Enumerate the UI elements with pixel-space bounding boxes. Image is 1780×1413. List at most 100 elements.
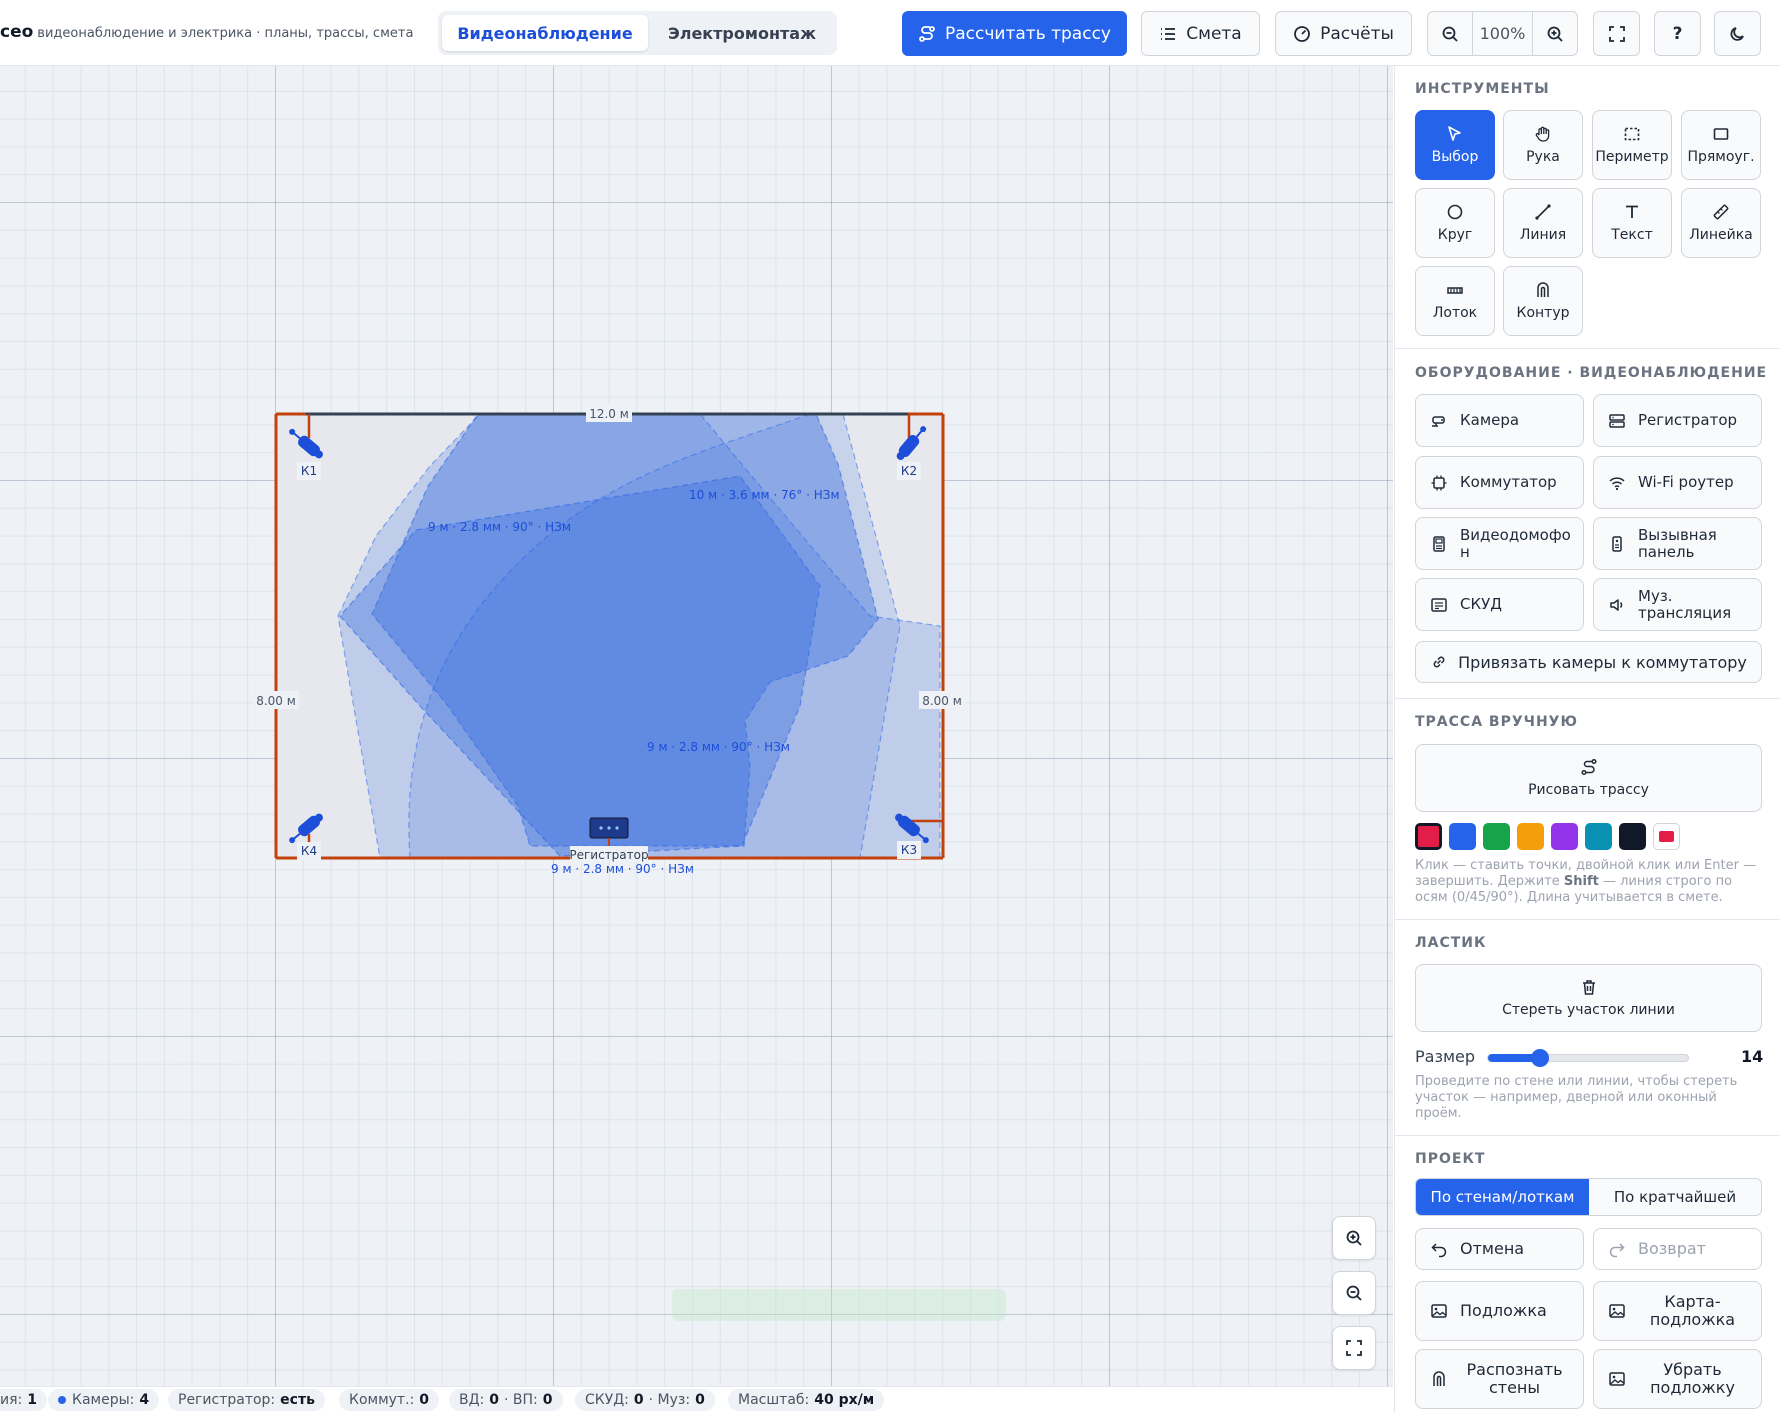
floor-plan[interactable]: 12.0 м 8.00 м 8.00 м 9 м · 2.8 мм · 90° …: [0, 66, 1393, 1386]
fullscreen-button[interactable]: [1593, 11, 1640, 56]
draw-route-button[interactable]: Рисовать трассу: [1415, 744, 1762, 812]
app-subtitle: видеонаблюдение и электрика · планы, тра…: [37, 26, 414, 41]
recorder-label[interactable]: Регистратор: [569, 848, 648, 862]
underlay-button[interactable]: Подложка: [1415, 1281, 1584, 1341]
color-picker-custom[interactable]: [1653, 823, 1680, 850]
app-brand: ceo видеонаблюдение и электрика · планы, …: [0, 22, 414, 42]
route-mode-switch: По стенам/лоткам По кратчайшей: [1415, 1178, 1762, 1216]
eraser-size-slider[interactable]: [1487, 1054, 1689, 1062]
route-icon: [1580, 758, 1597, 776]
estimate-button[interactable]: Смета: [1141, 11, 1260, 56]
status-chip-switch: Коммут.: 0: [339, 1389, 439, 1411]
tool-ruler[interactable]: Линейка: [1681, 188, 1761, 258]
equipment-call-panel[interactable]: Вызывная панель: [1593, 517, 1762, 570]
camera-k1-label[interactable]: К1: [301, 464, 317, 478]
tray-icon: [1447, 287, 1463, 294]
color-swatch-purple[interactable]: [1551, 823, 1578, 850]
tool-text[interactable]: Текст: [1592, 188, 1672, 258]
list-icon: [1161, 27, 1176, 40]
canvas-fit-button[interactable]: [1332, 1326, 1376, 1370]
equipment-recorder[interactable]: Регистратор: [1593, 394, 1762, 447]
zoom-out-button[interactable]: [1428, 12, 1472, 55]
map-underlay-button[interactable]: Карта-подложка: [1593, 1281, 1762, 1341]
route-mode-shortest[interactable]: По кратчайшей: [1589, 1179, 1761, 1215]
mode-tab-video[interactable]: Видеонаблюдение: [442, 15, 648, 51]
camera-k2-label[interactable]: К2: [901, 464, 917, 478]
undo-icon: [1431, 1243, 1447, 1258]
camera-k3-label[interactable]: К3: [901, 843, 917, 857]
manual-route-title: ТРАССА ВРУЧНУЮ: [1415, 714, 1578, 730]
tool-contour[interactable]: Контур: [1503, 266, 1583, 336]
trash-icon: [1582, 980, 1595, 995]
canvas-zoom-out-button[interactable]: [1332, 1271, 1376, 1315]
tool-tray[interactable]: Лоток: [1415, 266, 1495, 336]
theme-toggle-button[interactable]: [1714, 11, 1761, 56]
slider-thumb[interactable]: [1530, 1049, 1549, 1067]
zoom-in-icon: [1547, 26, 1563, 42]
arch-icon: [1433, 1371, 1445, 1386]
dashed-square-icon: [1624, 127, 1640, 141]
custom-color-preview: [1659, 831, 1674, 842]
calc-route-button[interactable]: Рассчитать трассу: [902, 11, 1127, 56]
canvas-zoom-in-button[interactable]: [1332, 1216, 1376, 1260]
camera-k1-spec: 9 м · 2.8 мм · 90° · НЗм: [428, 520, 571, 534]
zoom-out-icon: [1346, 1285, 1362, 1301]
color-swatch-green[interactable]: [1483, 823, 1510, 850]
erase-segment-button[interactable]: Стереть участок линии: [1415, 964, 1762, 1032]
tool-perimeter[interactable]: Периметр: [1592, 110, 1672, 180]
camera-k4-label[interactable]: К4: [301, 844, 317, 858]
color-swatch-black[interactable]: [1619, 823, 1646, 850]
color-swatch-red[interactable]: [1415, 823, 1442, 850]
equipment-music-broadcast[interactable]: Муз. трансляция: [1593, 578, 1762, 631]
help-button[interactable]: ?: [1654, 11, 1701, 56]
camera-k2-spec: 10 м · 3.6 мм · 76° · НЗм: [689, 488, 840, 502]
camera-k3-spec: 9 м · 2.8 мм · 90° · НЗм: [647, 740, 790, 754]
equipment-switch[interactable]: Коммутатор: [1415, 456, 1584, 509]
color-swatch-blue[interactable]: [1449, 823, 1476, 850]
gauge-icon: [1294, 25, 1310, 42]
equipment-access-control[interactable]: СКУД: [1415, 578, 1584, 631]
line-icon: [1535, 204, 1551, 220]
image-icon: [1609, 1372, 1625, 1386]
bind-cameras-button[interactable]: Привязать камеры к коммутатору: [1415, 641, 1762, 683]
color-swatch-cyan[interactable]: [1585, 823, 1612, 850]
route-mode-walls[interactable]: По стенам/лоткам: [1416, 1179, 1589, 1215]
eraser-size-label: Размер: [1415, 1047, 1476, 1066]
remove-underlay-button[interactable]: Убрать подложку: [1593, 1349, 1762, 1409]
zoom-out-icon: [1442, 26, 1458, 42]
chip-icon: [1431, 475, 1447, 490]
coverage-zones: [337, 414, 941, 858]
eraser-title: ЛАСТИК: [1415, 935, 1487, 951]
right-dimension: 8.00 м: [922, 694, 962, 708]
color-swatch-amber[interactable]: [1517, 823, 1544, 850]
call-panel-icon: [1612, 535, 1622, 552]
image-icon: [1431, 1304, 1447, 1318]
undo-button[interactable]: Отмена: [1415, 1228, 1584, 1270]
redo-icon: [1609, 1243, 1625, 1258]
tool-select[interactable]: Выбор: [1415, 110, 1495, 180]
status-chip-recorder: Регистратор: есть: [168, 1389, 325, 1411]
project-title: ПРОЕКТ: [1415, 1151, 1486, 1167]
eraser-size-value: 14: [1741, 1047, 1764, 1066]
equipment-camera[interactable]: Камера: [1415, 394, 1584, 447]
plan-canvas[interactable]: 12.0 м 8.00 м 8.00 м 9 м · 2.8 мм · 90° …: [0, 66, 1393, 1386]
estimate-label: Смета: [1186, 23, 1242, 44]
sidebar-panel[interactable]: ИНСТРУМЕНТЫ Выбор Рука Периметр Прямоуг.…: [1394, 66, 1780, 1413]
recognize-walls-button[interactable]: Распознать стены: [1415, 1349, 1584, 1409]
tool-circle[interactable]: Круг: [1415, 188, 1495, 258]
tool-rectangle[interactable]: Прямоуг.: [1681, 110, 1761, 180]
tool-hand[interactable]: Рука: [1503, 110, 1583, 180]
fit-screen-icon: [1346, 1340, 1362, 1356]
tool-line[interactable]: Линия: [1503, 188, 1583, 258]
redo-button[interactable]: Возврат: [1593, 1228, 1762, 1270]
app-header: ceo видеонаблюдение и электрика · планы, …: [0, 0, 1780, 66]
mode-switch: Видеонаблюдение Электромонтаж: [438, 11, 837, 55]
zoom-in-button[interactable]: [1533, 12, 1577, 55]
camera-k4-spec: 9 м · 2.8 мм · 90° · НЗм: [551, 862, 694, 876]
eraser-hint: Проведите по стене или линии, чтобы стер…: [1415, 1074, 1738, 1121]
divider: [1395, 1135, 1780, 1136]
equipment-video-intercom[interactable]: Видеодомофо н: [1415, 517, 1584, 570]
mode-tab-electric[interactable]: Электромонтаж: [652, 15, 832, 51]
equipment-wifi-router[interactable]: Wi-Fi роутер: [1593, 456, 1762, 509]
calculations-button[interactable]: Расчёты: [1275, 11, 1412, 56]
